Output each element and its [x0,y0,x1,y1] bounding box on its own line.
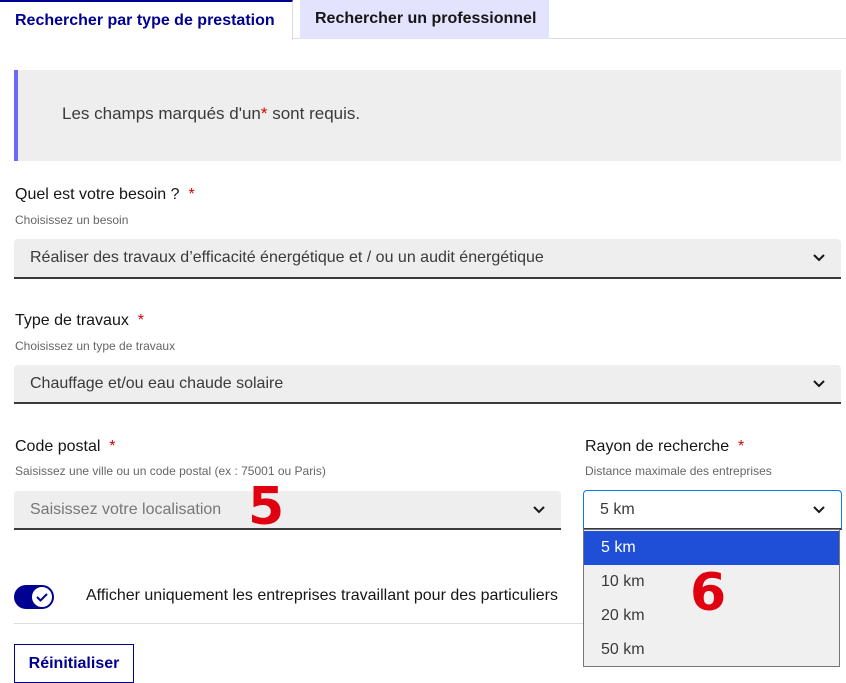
radius-select-value: 5 km [600,500,635,518]
work-type-select-value: Chauffage et/ou eau chaude solaire [30,374,284,392]
work-type-label: Type de travaux * [15,312,144,329]
postal-code-label: Code postal * [15,438,116,455]
annotation-marker-5: 5 [248,477,285,537]
radius-label: Rayon de recherche * [585,438,745,455]
individuals-only-label: Afficher uniquement les entreprises trav… [86,587,558,604]
required-fields-notice: Les champs marqués d'un* sont requis. [14,70,841,161]
annotation-marker-6: 6 [690,563,727,623]
need-label: Quel est votre besoin ? * [15,186,195,203]
tab-search-by-service[interactable]: Rechercher par type de prestation [0,0,293,40]
toggle-knob [31,586,53,608]
work-type-select[interactable]: Chauffage et/ou eau chaude solaire [14,365,841,404]
need-hint: Choisissez un besoin [15,213,129,227]
radius-select[interactable]: 5 km [583,490,842,530]
check-icon [36,593,48,602]
radius-option-50km[interactable]: 50 km [584,633,839,667]
notice-text: Les champs marqués d'un* sont requis. [62,104,361,123]
postal-code-placeholder: Saisissez votre localisation [30,500,222,518]
reset-button[interactable]: Réinitialiser [14,644,134,683]
postal-code-hint: Saisissez une ville ou un code postal (e… [15,464,326,478]
individuals-only-toggle[interactable] [14,585,54,609]
radius-option-5km[interactable]: 5 km [584,531,839,565]
chevron-down-icon [813,254,825,262]
tab-bar: Rechercher par type de prestation Recher… [0,0,846,40]
need-select[interactable]: Réaliser des travaux d’efficacité énergé… [14,239,841,279]
postal-code-input[interactable]: Saisissez votre localisation [14,491,561,530]
radius-hint: Distance maximale des entreprises [585,464,772,478]
tab-search-professional[interactable]: Rechercher un professionnel [300,0,549,39]
chevron-down-icon [533,505,545,513]
chevron-down-icon [813,379,825,387]
divider [14,623,583,624]
work-type-hint: Choisissez un type de travaux [15,339,176,353]
chevron-down-icon [813,505,825,513]
need-select-value: Réaliser des travaux d’efficacité énergé… [30,249,544,266]
